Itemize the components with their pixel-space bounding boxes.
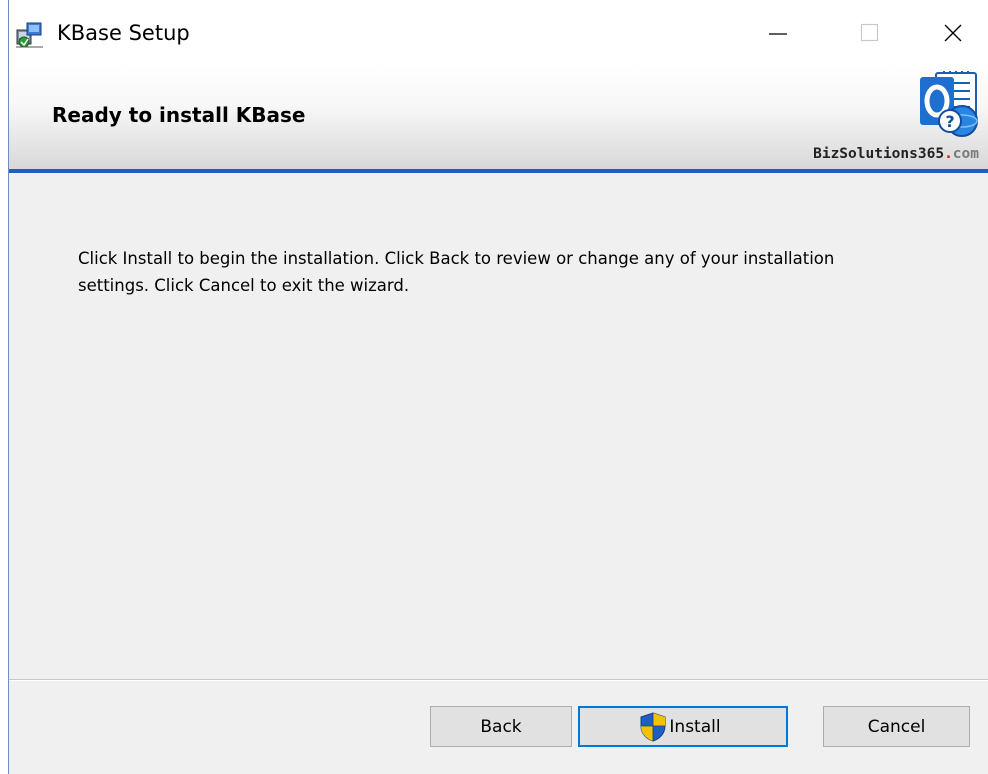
close-button[interactable] xyxy=(916,0,988,65)
uac-shield-icon xyxy=(640,711,666,742)
window-title: KBase Setup xyxy=(57,21,190,45)
page-title: Ready to install KBase xyxy=(52,103,306,127)
svg-text:?: ? xyxy=(945,112,954,131)
back-button[interactable]: Back xyxy=(430,706,572,747)
back-button-label: Back xyxy=(480,716,522,737)
maximize-button[interactable] xyxy=(824,0,916,65)
cancel-button[interactable]: Cancel xyxy=(823,706,970,747)
footer-divider xyxy=(9,679,988,681)
brand-label: BizSolutions365.com xyxy=(813,146,979,162)
cancel-button-label: Cancel xyxy=(867,716,926,737)
install-button[interactable]: Install xyxy=(578,706,788,747)
title-bar[interactable]: KBase Setup xyxy=(9,0,988,65)
maximize-icon xyxy=(860,23,879,41)
minimize-button[interactable] xyxy=(732,0,824,65)
brand-tld: com xyxy=(952,146,979,162)
banner-divider xyxy=(9,169,988,173)
brand-name: BizSolutions365 xyxy=(813,146,945,162)
instruction-line: Click Install to begin the installation.… xyxy=(78,249,835,268)
wizard-banner: Ready to install KBase ? BizSolutions365… xyxy=(9,65,988,169)
kbase-logo-icon: ? xyxy=(920,71,978,137)
setup-window: KBase Setup Ready to install KBase ? Biz… xyxy=(8,0,988,774)
install-button-label: Install xyxy=(669,716,721,737)
installer-package-icon xyxy=(16,22,43,48)
instruction-line: settings. Click Cancel to exit the wizar… xyxy=(78,276,410,295)
brand-dot: . xyxy=(944,146,953,162)
close-icon xyxy=(944,24,961,41)
instruction-text: Click Install to begin the installation.… xyxy=(78,245,948,299)
minimize-icon xyxy=(769,32,787,35)
